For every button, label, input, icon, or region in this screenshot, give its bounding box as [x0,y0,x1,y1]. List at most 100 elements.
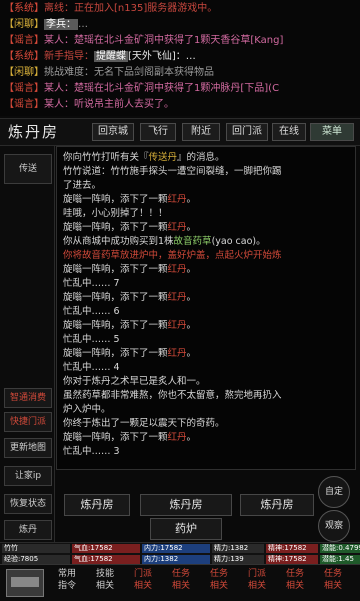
nav-label: 相关 [133,581,152,591]
log-text: 。 [186,194,197,205]
chat-tag: 【闲聊】 [4,19,44,30]
nav-label: 常用 [57,569,76,579]
log-text: 你向竹竹打听有关『 [63,152,149,163]
log-line: 旋嗡一阵响，添下了一颗红丹。 [63,347,353,360]
log-line: 忙乱中…… 7 [63,278,120,289]
nav-label: 门派 [247,569,266,579]
chat-text: 新手指导： [44,51,94,62]
log-highlight: 传送丹 [148,152,178,163]
location-title: 炼丹房 [8,123,60,141]
log-line: 你将故音药草放进炉中，盖好炉盖，点起火炉开始炼 [63,249,353,262]
nav-label: 技能 [95,569,114,579]
nav-label: 任务 [323,569,342,579]
log-line: 哇哦，小心别掉了！！！ [63,208,168,219]
log-highlight: 红丹 [167,292,187,303]
stat-spirit-max: 精神:17582 [266,555,318,564]
tab-return-capital[interactable]: 回京城 [92,123,134,141]
chat-text: 某人：听说吊主前人去买了。 [44,99,174,110]
chat-tag: 【系统】 [4,3,44,14]
stat-exp: 经验:7805 [2,555,70,564]
chat-user[interactable]: 李兵： [44,19,78,30]
tab-return-sect[interactable]: 回门派 [226,123,268,141]
tab-menu[interactable]: 菜单 [310,123,354,141]
nav-label: 相关 [285,581,304,591]
action-button-alchemy-room-1[interactable]: 炼丹房 [64,494,130,516]
log-line: 你对于炼丹之术早已是炙人和一。 [63,376,206,387]
chat-text: 挑战难度：无名下品剑阁副本获得物品 [44,67,214,78]
nav-label: 门派 [133,569,152,579]
observe-button[interactable]: 观察 [318,510,350,542]
log-line: 忙乱中…… 3 [63,446,120,457]
chat-tag: 【系统】 [4,51,44,62]
log-text: 旋嗡一阵响，添下了一颗 [63,222,168,233]
log-text: 旋嗡一阵响，添下了一颗 [63,348,168,359]
nav-sect-1[interactable]: 门派 相关 [126,568,160,598]
log-text: 。 [186,348,197,359]
log-text: 。 [186,292,197,303]
log-highlight: 红丹 [167,264,187,275]
log-text: 你从商城中成功购买到1株 [63,236,174,247]
nav-task-1[interactable]: 任务 相关 [164,568,198,598]
nav-task-3[interactable]: 任务 相关 [278,568,312,598]
log-text: 旋嗡一阵响，添下了一颗 [63,432,168,443]
log-highlight: 你将故音药草放进炉中，盖好炉盖，点起火炉开始炼 [63,250,282,261]
chat-text: … [78,19,88,30]
log-text: 。 [186,264,197,275]
action-button-alchemy-room-2[interactable]: 炼丹房 [140,494,232,516]
log-highlight: 红丹 [167,432,187,443]
auto-button[interactable]: 自定 [318,476,350,508]
chat-line: 【闲聊】挑战难度：无名下品剑阁副本获得物品 [4,66,356,80]
nav-sect-2[interactable]: 门派 相关 [240,568,274,598]
stat-potential-max: 潜能:1.45 [320,555,360,564]
chat-badge[interactable]: 提醒蝶 [94,51,128,62]
log-line: 旋嗡一阵响，添下了一颗红丹。 [63,431,353,444]
side-button-1[interactable]: 智通消费 [4,388,52,408]
log-line: 旋嗡一阵响，添下了一颗红丹。 [63,291,353,304]
stat-stamina: 精力:1382 [212,544,264,553]
chat-text: 离线：正在加入[n135]服务器游戏中。 [44,3,218,14]
chat-tag: 【谣言】 [4,99,44,110]
nav-skills[interactable]: 技能 相关 [88,568,122,598]
chat-text: [天外飞仙]：… [128,51,196,62]
chat-line: 【闲聊】 李兵：… [4,18,356,32]
chat-line: 【谣言】某人：楚瑶在北斗金矿洞中获得了1颗冲脉丹[下品](C [4,82,356,96]
log-highlight: 红丹 [167,222,187,233]
side-button-6[interactable]: 炼丹 [4,520,52,540]
chat-tag: 【谣言】 [4,35,44,46]
side-button-4[interactable]: 让家ip [4,466,52,486]
side-button-5[interactable]: 恢复状态 [4,494,52,514]
action-button-alchemy-room-3[interactable]: 炼丹房 [240,494,314,516]
log-line: 竹竹说道：竹竹施手探头一遭空间裂缝，一脚把你踢 [63,166,282,177]
message-log: 你向竹竹打听有关『传送丹』的消息。 竹竹说道：竹竹施手探头一遭空间裂缝，一脚把你… [56,146,356,470]
nav-common-commands[interactable]: 常用 指令 [50,568,84,598]
stat-hp: 气血:17582 [72,544,140,553]
side-button-2[interactable]: 快捷门派 [4,412,52,432]
stat-potential: 潜能:0.4799 [320,544,360,553]
tab-online[interactable]: 在线 [272,123,306,141]
log-text: 旋嗡一阵响，添下了一颗 [63,194,168,205]
chat-panel: 【系统】离线：正在加入[n135]服务器游戏中。 【闲聊】 李兵：… 【谣言】某人… [0,0,360,116]
side-button-3[interactable]: 更新地图 [4,438,52,458]
log-text: 旋嗡一阵响，添下了一颗 [63,320,168,331]
log-text: 旋嗡一阵响，添下了一颗 [63,292,168,303]
log-line: 了进去。 [63,180,102,191]
nav-label: 相关 [209,581,228,591]
tab-fly[interactable]: 飞行 [140,123,176,141]
chat-line: 【系统】离线：正在加入[n135]服务器游戏中。 [4,2,356,16]
stat-spirit: 精神:17582 [266,544,318,553]
chat-line: 【谣言】某人：楚瑶在北斗金矿洞中获得了1颗天香谷草[Kang] [4,34,356,48]
action-button-furnace[interactable]: 药炉 [150,518,222,540]
stat-hp-max: 气血:17582 [72,555,140,564]
chat-text: 某人：楚瑶在北斗金矿洞中获得了1颗冲脉丹[下品](C [44,83,280,94]
nav-label: 相关 [247,581,266,591]
log-highlight: 红丹 [167,320,187,331]
side-button-teleport[interactable]: 传送 [4,154,52,184]
game-logo-icon[interactable] [6,569,44,597]
chat-tag: 【闲聊】 [4,67,44,78]
nav-label: 相关 [95,581,114,591]
nav-task-4[interactable]: 任务 相关 [316,568,350,598]
log-text: 。 [186,320,197,331]
nav-task-2[interactable]: 任务 相关 [202,568,236,598]
log-text: 旋嗡一阵响，添下了一颗 [63,264,168,275]
tab-nearby[interactable]: 附近 [182,123,220,141]
